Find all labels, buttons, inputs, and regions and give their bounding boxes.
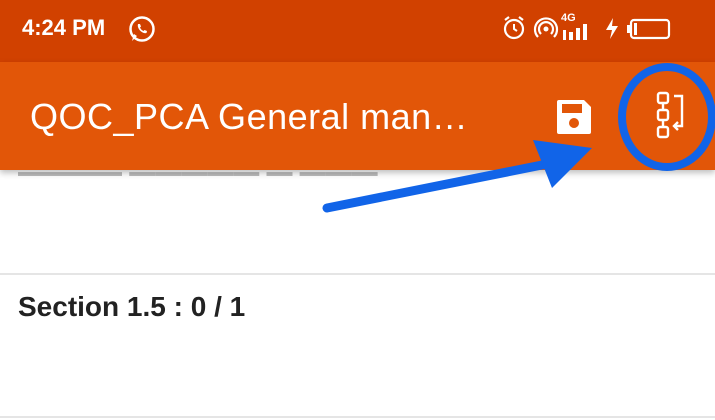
alarm-icon [503,16,525,40]
page-title: QOC_PCA General man… [30,96,469,137]
status-time: 4:24 PM [22,15,106,40]
signal-icon [563,24,587,40]
hotspot-icon [533,17,559,38]
flow-icon[interactable] [648,90,690,140]
divider [0,416,715,418]
status-bar: 4:24 PM 4G [0,0,715,62]
whatsapp-icon [129,16,155,42]
charging-icon [606,18,618,39]
app-bar: QOC_PCA General man… [0,62,715,170]
divider [0,273,715,275]
section-label[interactable]: Section 1.5 : 0 / 1 [18,291,245,323]
battery-icon [627,18,671,40]
content: ▬▬▬▬ ▬▬▬▬▬ ▬ ▬▬▬ Section 1.5 : 0 / 1 [0,156,715,420]
save-icon[interactable] [554,97,594,137]
